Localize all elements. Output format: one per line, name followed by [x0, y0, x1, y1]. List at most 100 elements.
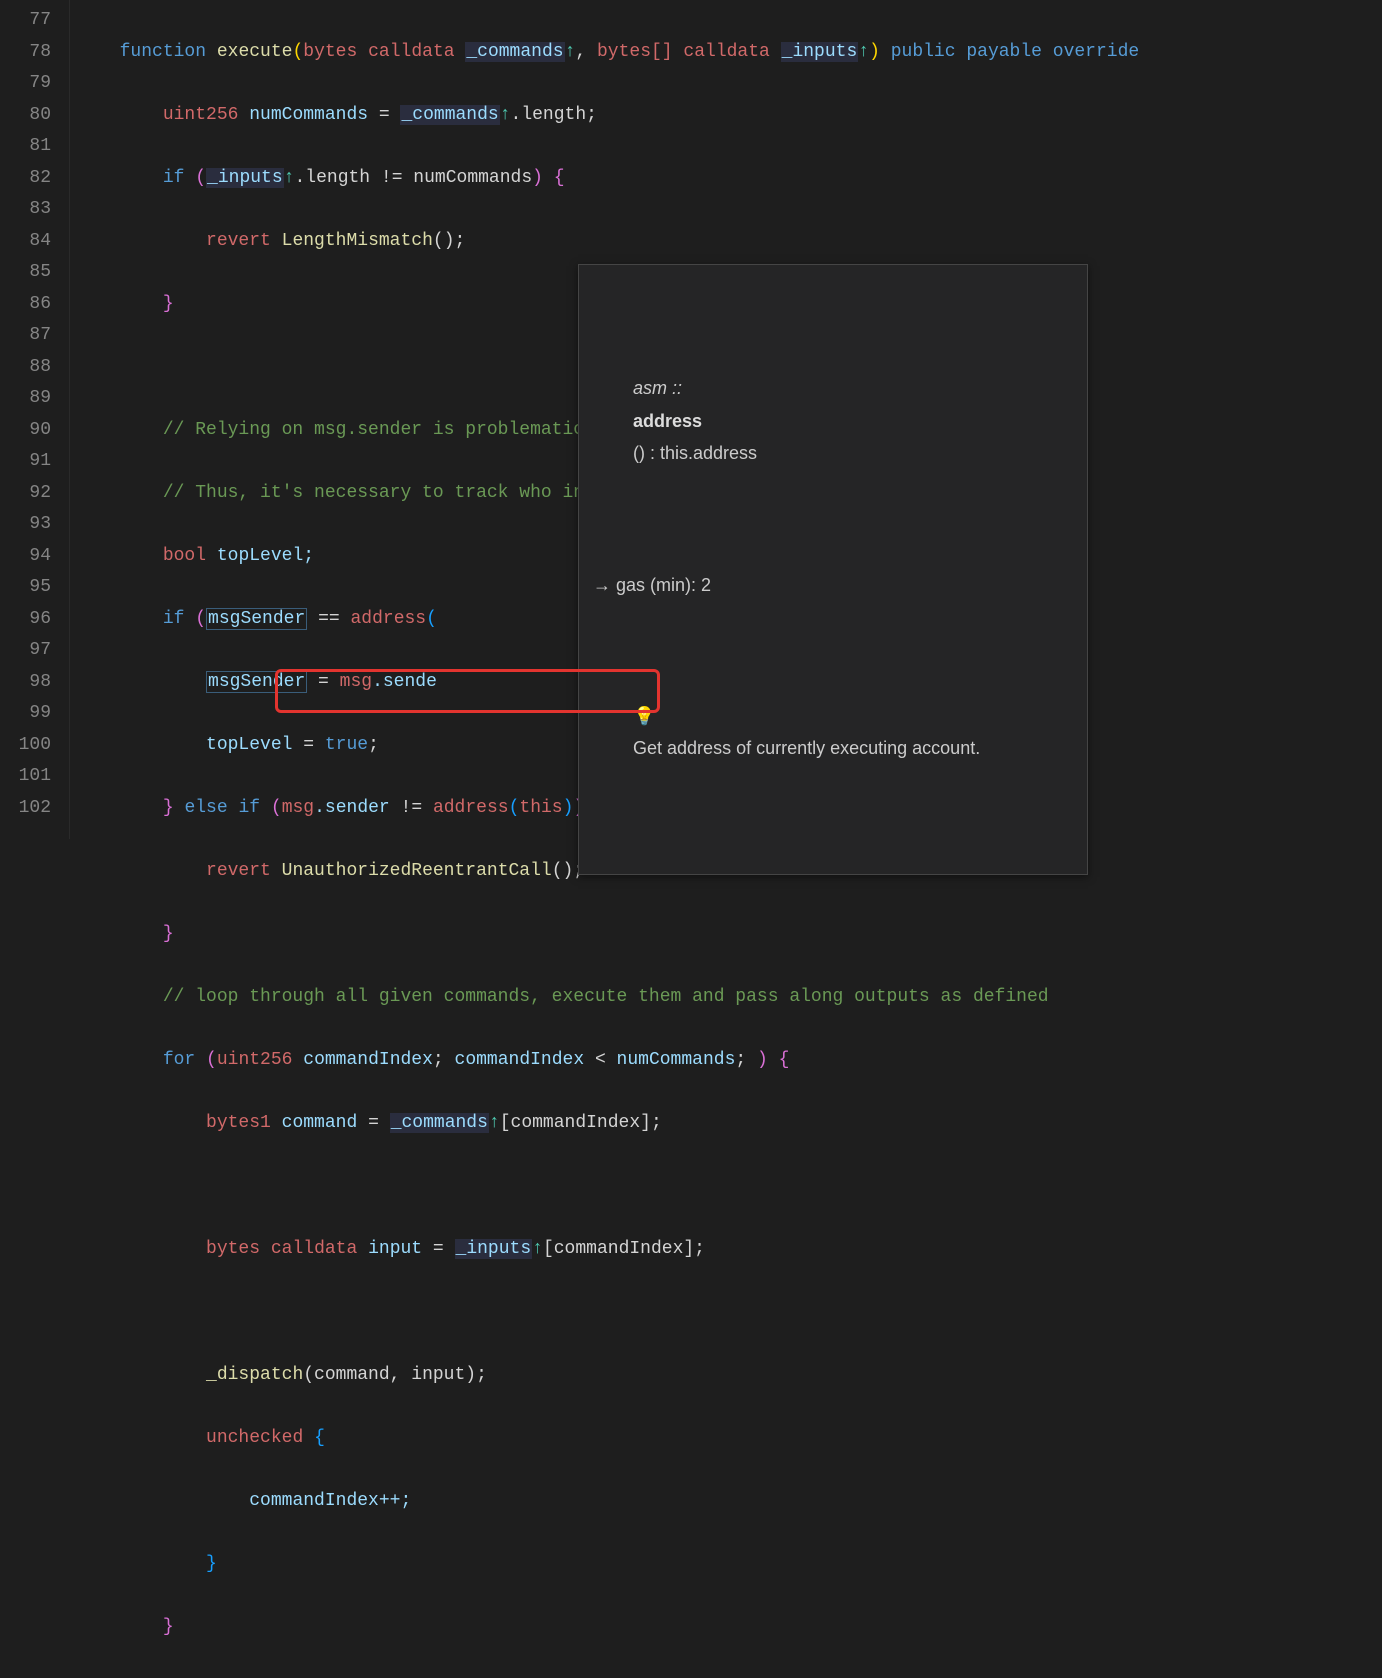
keyword: revert [206, 231, 271, 251]
operator: = [307, 672, 339, 692]
operator: = [357, 1113, 389, 1133]
line-number: 97 [0, 635, 51, 667]
keyword: unchecked [206, 1428, 303, 1448]
line-number: 93 [0, 509, 51, 541]
code-editor: 77 78 79 80 81 82 83 84 85 86 87 88 89 9… [0, 0, 1382, 839]
operator: < [584, 1050, 616, 1070]
type: bytes [206, 1239, 260, 1259]
code-line[interactable]: if (_inputs↑.length != numCommands) { [98, 163, 1382, 195]
code-line[interactable]: } [98, 1549, 1382, 1581]
line-number: 94 [0, 541, 51, 573]
tooltip-hint-text: Get address of currently executing accou… [633, 738, 980, 758]
keyword: if [163, 168, 185, 188]
line-number: 100 [0, 730, 51, 762]
param: _commands [390, 1113, 489, 1133]
identifier: command [282, 1113, 358, 1133]
tooltip-namespace: asm :: [633, 378, 682, 398]
code-line[interactable]: // loop through all given commands, exec… [98, 982, 1382, 1014]
identifier: commandIndex [303, 1050, 433, 1070]
code-line[interactable]: } [98, 919, 1382, 951]
error-name: UnauthorizedReentrantCall [282, 861, 552, 881]
tooltip-signature: asm :: address () : this.address [593, 340, 1073, 502]
function-name: execute [217, 42, 293, 62]
code-line[interactable]: bytes1 command = _commands↑[commandIndex… [98, 1108, 1382, 1140]
operator: = [292, 735, 324, 755]
keyword: true [325, 735, 368, 755]
line-number: 80 [0, 100, 51, 132]
text: [commandIndex]; [500, 1113, 662, 1133]
param: _inputs [206, 168, 284, 188]
code-line[interactable]: commandIndex++; [98, 1486, 1382, 1518]
tooltip-keyword: address [633, 411, 702, 431]
line-number: 101 [0, 761, 51, 793]
keyword: payable [966, 42, 1042, 62]
line-number: 84 [0, 226, 51, 258]
tooltip-return: () : this.address [633, 443, 757, 463]
code-area[interactable]: function execute(bytes calldata _command… [70, 0, 1382, 839]
line-number: 83 [0, 194, 51, 226]
line-number: 91 [0, 446, 51, 478]
line-number: 77 [0, 5, 51, 37]
code-line[interactable]: unchecked { [98, 1423, 1382, 1455]
line-number: 92 [0, 478, 51, 510]
code-line[interactable]: for (uint256 commandIndex; commandIndex … [98, 1045, 1382, 1077]
line-number: 88 [0, 352, 51, 384]
code-line[interactable] [98, 1171, 1382, 1203]
identifier: topLevel; [217, 546, 314, 566]
text: (); [433, 231, 465, 251]
keyword: function [120, 42, 206, 62]
type: uint256 [217, 1050, 293, 1070]
line-number: 87 [0, 320, 51, 352]
line-number: 85 [0, 257, 51, 289]
identifier: .sender [314, 798, 390, 818]
hover-tooltip: asm :: address () : this.address → gas (… [578, 264, 1088, 875]
code-line[interactable]: function execute(bytes calldata _command… [98, 37, 1382, 69]
keyword: calldata [368, 42, 454, 62]
keyword: revert [206, 861, 271, 881]
code-line[interactable]: _dispatch(command, input); [98, 1360, 1382, 1392]
line-number: 81 [0, 131, 51, 163]
identifier: msgSender [206, 671, 307, 693]
param: _inputs [455, 1239, 533, 1259]
code-line[interactable]: uint256 numCommands = _commands↑.length; [98, 100, 1382, 132]
param: _commands [465, 42, 564, 62]
type: uint256 [163, 105, 239, 125]
keyword: calldata [271, 1239, 357, 1259]
identifier: topLevel [206, 735, 292, 755]
text: .length != numCommands [294, 168, 532, 188]
type: bytes[] [597, 42, 673, 62]
text: .length; [511, 105, 597, 125]
identifier: input [368, 1239, 422, 1259]
text: [commandIndex]; [543, 1239, 705, 1259]
tooltip-hint: 💡 Get address of currently executing acc… [593, 668, 1073, 798]
type: bytes [303, 42, 357, 62]
keyword: for [163, 1050, 195, 1070]
line-number: 86 [0, 289, 51, 321]
text: (command, input); [303, 1365, 487, 1385]
keyword: msg [282, 798, 314, 818]
code-line[interactable]: bytes calldata input = _inputs↑[commandI… [98, 1234, 1382, 1266]
operator: = [368, 105, 400, 125]
operator: != [390, 798, 433, 818]
identifier: msgSender [206, 608, 307, 630]
keyword: override [1053, 42, 1139, 62]
line-number: 90 [0, 415, 51, 447]
operator: == [307, 609, 350, 629]
line-number: 98 [0, 667, 51, 699]
function-call: _dispatch [206, 1365, 303, 1385]
code-line[interactable]: revert LengthMismatch(); [98, 226, 1382, 258]
operator: = [422, 1239, 454, 1259]
keyword: msg [340, 672, 372, 692]
type: address [433, 798, 509, 818]
code-line[interactable]: } [98, 1612, 1382, 1644]
line-number: 102 [0, 793, 51, 825]
code-line[interactable] [98, 1297, 1382, 1329]
line-number: 95 [0, 572, 51, 604]
line-number: 78 [0, 37, 51, 69]
line-number: 79 [0, 68, 51, 100]
param: _inputs [781, 42, 859, 62]
identifier: numCommands [617, 1050, 736, 1070]
type: address [350, 609, 426, 629]
keyword: else [184, 798, 227, 818]
identifier: numCommands [249, 105, 368, 125]
